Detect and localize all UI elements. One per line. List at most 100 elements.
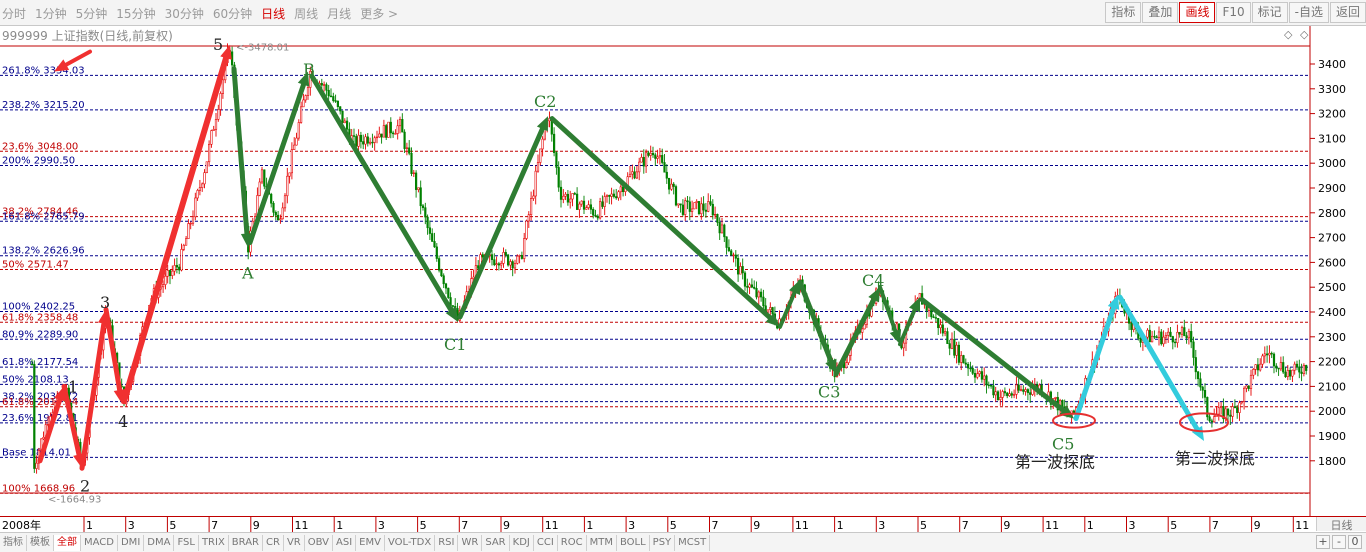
candle-body <box>939 324 942 329</box>
tool-button-1[interactable]: 叠加 <box>1142 2 1179 23</box>
indicator-tab-19[interactable]: CCI <box>534 534 558 551</box>
y-tick-label: 2300 <box>1318 331 1346 344</box>
candle-body <box>178 266 181 271</box>
candle-body <box>212 128 215 131</box>
candle-body <box>642 156 645 167</box>
indicator-tab-22[interactable]: BOLL <box>617 534 650 551</box>
candle-body <box>1006 392 1009 397</box>
candle-body <box>1217 407 1220 415</box>
candle-body <box>748 284 751 288</box>
indicator-tab-17[interactable]: SAR <box>482 534 510 551</box>
candle-body <box>520 254 523 259</box>
candle-body <box>980 371 983 380</box>
indicator-tab-21[interactable]: MTM <box>587 534 617 551</box>
indicator-tab-6[interactable]: FSL <box>174 534 199 551</box>
y-tick-label: 3100 <box>1318 132 1346 145</box>
wave-label-C4: C4 <box>862 271 884 290</box>
period-tab-0[interactable]: 分时 <box>2 5 26 22</box>
indicator-tab-12[interactable]: ASI <box>333 534 357 551</box>
green-arrow-c2 <box>457 126 545 320</box>
x-tick-label: 5 <box>169 519 176 532</box>
period-tab-4[interactable]: 30分钟 <box>165 5 204 22</box>
chart-canvas[interactable]: 1800 1900 2000 2100 2200 2300 2400 2500 2600 2700… <box>0 26 1366 516</box>
candle-body <box>964 362 967 365</box>
indicator-tab-13[interactable]: EMV <box>356 534 385 551</box>
tool-button-6[interactable]: 返回 <box>1329 2 1366 23</box>
candle-body <box>35 462 38 469</box>
period-tab-1[interactable]: 1分钟 <box>35 5 67 22</box>
candle-body <box>589 204 592 210</box>
indicator-tab-5[interactable]: DMA <box>144 534 175 551</box>
candle-body <box>943 331 947 334</box>
x-tick-label: 11 <box>545 519 559 532</box>
candle-body <box>279 218 282 221</box>
candle-body <box>1054 397 1057 399</box>
candle-body <box>1164 335 1167 338</box>
candle-body <box>578 203 581 210</box>
indicator-tab-7[interactable]: TRIX <box>199 534 229 551</box>
indicator-tab-2[interactable]: 全部 <box>54 534 81 551</box>
indicator-tab-9[interactable]: CR <box>263 534 284 551</box>
period-tab-5[interactable]: 60分钟 <box>213 5 252 22</box>
kline-chart[interactable]: 1800 1900 2000 2100 2200 2300 2400 2500 2600 2700… <box>0 26 1366 516</box>
candle-body <box>619 186 622 193</box>
period-tab-9[interactable]: 更多 > <box>360 5 398 22</box>
candle-body <box>1263 353 1266 357</box>
indicator-tab-20[interactable]: ROC <box>558 534 587 551</box>
period-tab-6[interactable]: 日线 <box>261 5 285 22</box>
candle-body <box>723 224 726 238</box>
candle-body <box>962 355 965 364</box>
indicator-tab-0[interactable]: 指标 <box>0 534 27 551</box>
period-tab-7[interactable]: 周线 <box>294 5 318 22</box>
candle-body <box>667 177 671 190</box>
indicator-tab-15[interactable]: RSI <box>435 534 459 551</box>
candle-body <box>941 324 944 334</box>
candle-body <box>1249 374 1253 389</box>
period-tab-3[interactable]: 15分钟 <box>116 5 155 22</box>
zoom-out-button[interactable]: - <box>1332 535 1346 549</box>
candle-body <box>702 203 705 211</box>
tool-button-3[interactable]: F10 <box>1216 2 1251 23</box>
daily-button[interactable]: 日线 <box>1316 517 1366 532</box>
candle-body <box>1298 366 1301 373</box>
indicator-tab-8[interactable]: BRAR <box>229 534 263 551</box>
period-tab-8[interactable]: 月线 <box>327 5 351 22</box>
bottom-ellipse-2 <box>1179 412 1229 433</box>
zoom-in-button[interactable]: + <box>1316 535 1330 549</box>
x-tick-label: 7 <box>211 519 218 532</box>
candle-body <box>525 220 528 239</box>
indicator-tab-1[interactable]: 模板 <box>27 534 54 551</box>
indicator-tab-4[interactable]: DMI <box>118 534 145 551</box>
indicator-tab-23[interactable]: PSY <box>650 534 676 551</box>
candle-body <box>1240 401 1243 404</box>
indicator-tab-16[interactable]: WR <box>458 534 483 551</box>
candle-body <box>435 246 438 259</box>
candle-body <box>210 130 213 145</box>
tool-button-2[interactable]: 画线 <box>1179 2 1216 23</box>
candle-body <box>1286 370 1289 378</box>
zoom-reset-button[interactable]: 0 <box>1348 535 1362 549</box>
period-tab-2[interactable]: 5分钟 <box>76 5 108 22</box>
tool-button-4[interactable]: 标记 <box>1251 2 1288 23</box>
tool-button-5[interactable]: -自选 <box>1288 2 1329 23</box>
candle-body <box>1208 416 1211 422</box>
tool-button-0[interactable]: 指标 <box>1105 2 1142 23</box>
x-tick-label: 9 <box>1254 519 1261 532</box>
candle-body <box>1192 341 1195 358</box>
indicator-tab-24[interactable]: MCST <box>675 534 711 551</box>
indicator-tab-18[interactable]: KDJ <box>510 534 534 551</box>
candle-body <box>969 367 972 370</box>
indicator-tab-11[interactable]: OBV <box>305 534 333 551</box>
candle-body <box>270 193 273 204</box>
x-tick-label: 11 <box>795 519 809 532</box>
indicator-tab-14[interactable]: VOL-TDX <box>385 534 436 551</box>
x-tick-label: 7 <box>962 519 969 532</box>
indicator-tab-10[interactable]: VR <box>284 534 305 551</box>
candle-body <box>258 181 261 196</box>
indicator-tab-3[interactable]: MACD <box>81 534 118 551</box>
y-tick-label: 3000 <box>1318 157 1346 170</box>
candle-body <box>187 223 190 240</box>
corner-arrows-icon[interactable]: ◇ ◇ <box>1284 28 1310 41</box>
x-tick-label: 1 <box>86 519 93 532</box>
candle-body <box>1194 357 1197 373</box>
